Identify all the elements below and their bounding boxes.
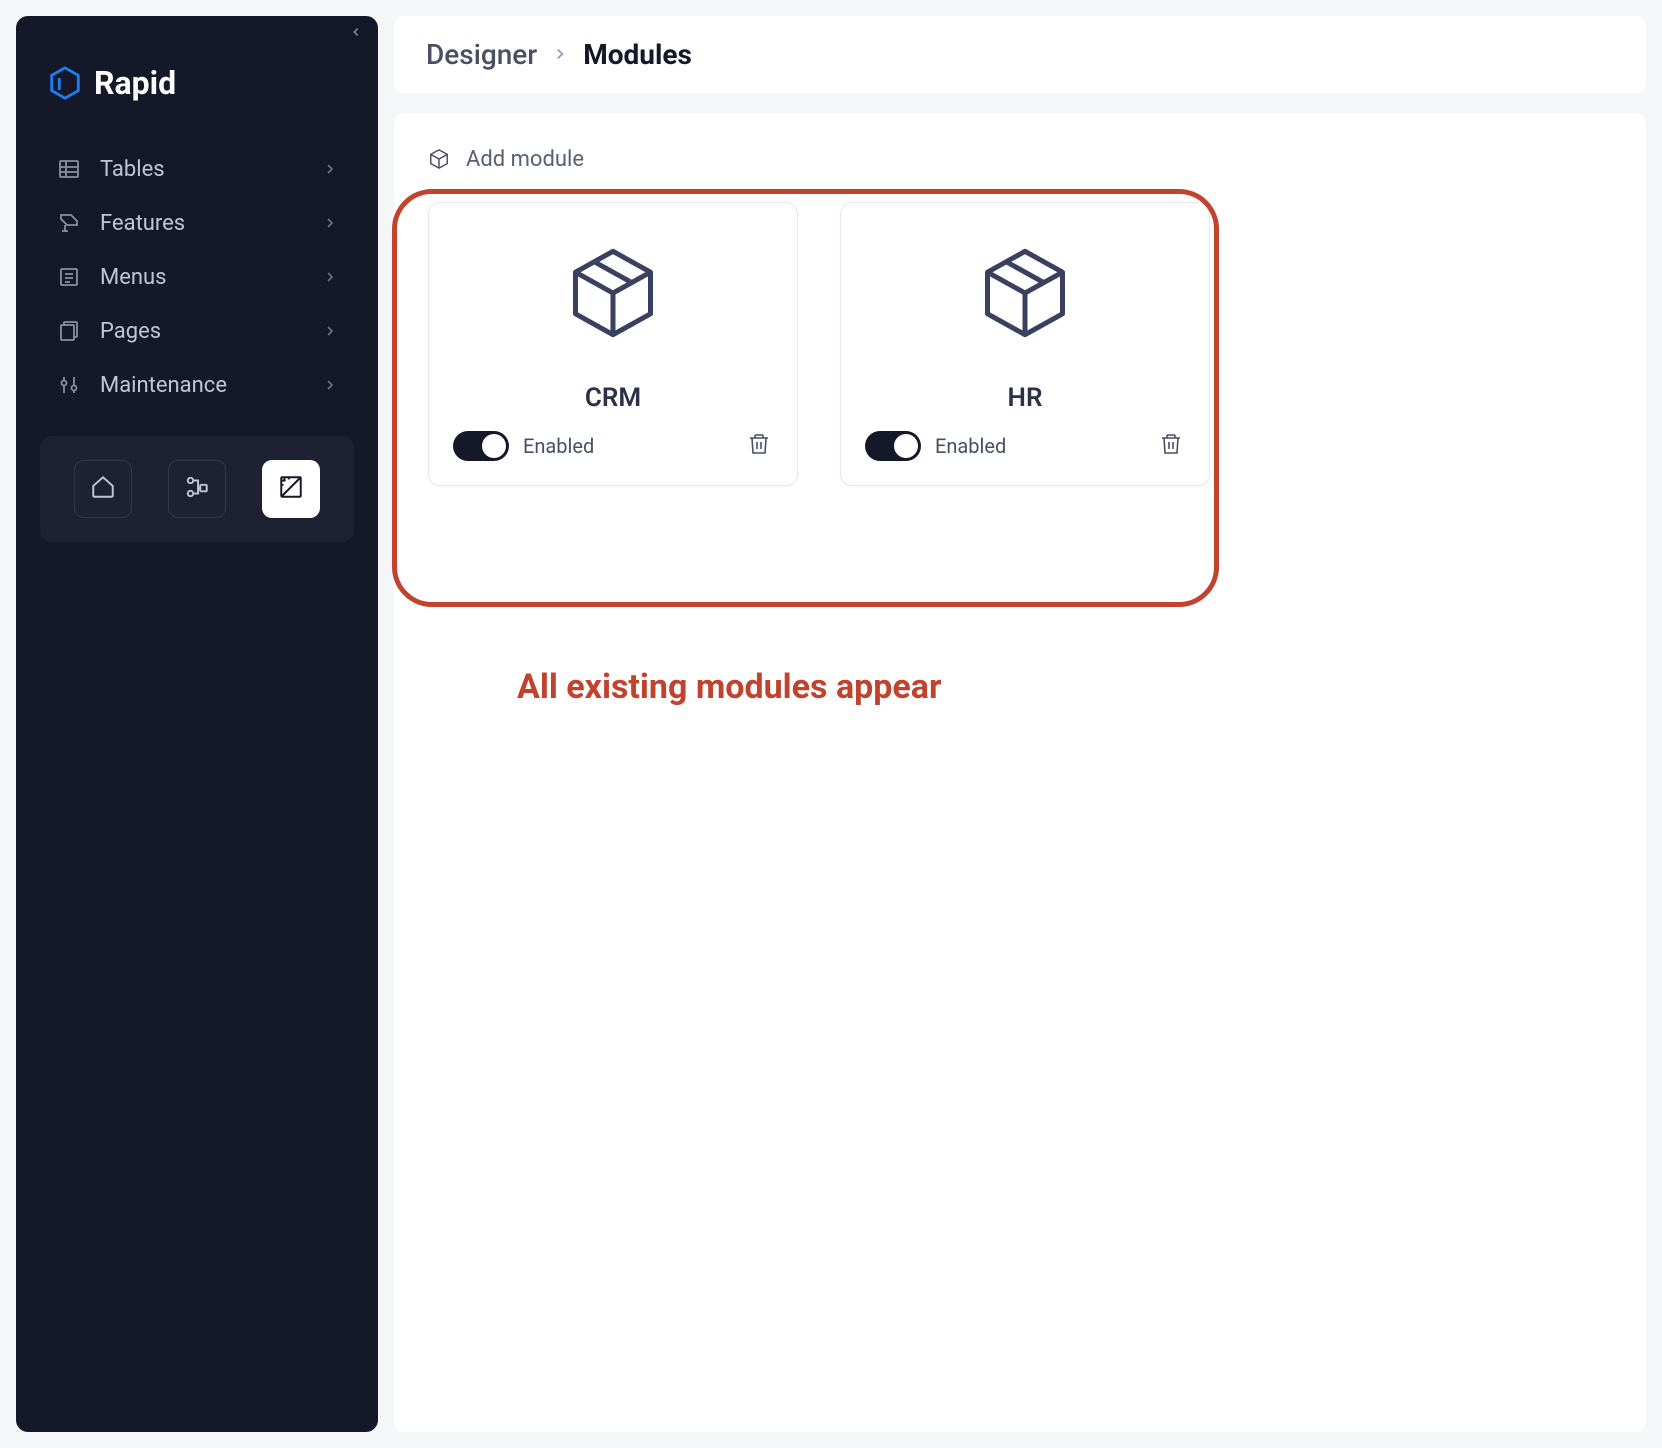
footer-designer-button[interactable] bbox=[262, 460, 320, 518]
module-card-crm[interactable]: CRM Enabled bbox=[428, 202, 798, 486]
chevron-right-icon bbox=[322, 269, 338, 285]
breadcrumb-root[interactable]: Designer bbox=[426, 38, 537, 71]
workflow-icon bbox=[184, 474, 210, 504]
module-card-hr[interactable]: HR Enabled bbox=[840, 202, 1210, 486]
features-icon bbox=[56, 210, 82, 236]
sidebar-footer bbox=[40, 436, 354, 542]
pages-icon bbox=[56, 318, 82, 344]
maintenance-icon bbox=[56, 372, 82, 398]
module-footer: Enabled bbox=[865, 431, 1185, 461]
add-module-label: Add module bbox=[466, 147, 584, 172]
sidebar-item-label: Pages bbox=[100, 319, 322, 344]
chevron-right-icon bbox=[322, 215, 338, 231]
module-delete-button[interactable] bbox=[1157, 432, 1185, 460]
module-title: CRM bbox=[585, 383, 641, 413]
footer-workflow-button[interactable] bbox=[168, 460, 226, 518]
main-content: Designer Modules Add module bbox=[394, 0, 1662, 1448]
content-area: Add module CRM bbox=[394, 113, 1646, 1432]
module-status-label: Enabled bbox=[935, 434, 1143, 458]
sidebar-item-menus[interactable]: Menus bbox=[36, 250, 358, 304]
sidebar: Rapid Tables bbox=[16, 16, 378, 1432]
sidebar-item-label: Tables bbox=[100, 157, 322, 182]
trash-icon bbox=[747, 432, 771, 460]
module-enabled-toggle[interactable] bbox=[453, 431, 509, 461]
sidebar-nav: Tables Features bbox=[16, 142, 378, 412]
chevron-right-icon bbox=[551, 41, 569, 69]
tables-icon bbox=[56, 156, 82, 182]
modules-grid: CRM Enabled bbox=[428, 202, 1612, 486]
sidebar-item-label: Features bbox=[100, 211, 322, 236]
package-icon bbox=[563, 243, 663, 343]
menus-icon bbox=[56, 264, 82, 290]
module-title: HR bbox=[1008, 383, 1043, 413]
rapid-logo-icon bbox=[46, 64, 84, 102]
breadcrumb: Designer Modules bbox=[394, 16, 1646, 93]
sidebar-item-label: Maintenance bbox=[100, 373, 322, 398]
chevron-right-icon bbox=[322, 377, 338, 393]
module-status-label: Enabled bbox=[523, 434, 731, 458]
brand-logo[interactable]: Rapid bbox=[16, 36, 378, 142]
home-icon bbox=[90, 474, 116, 504]
sidebar-item-maintenance[interactable]: Maintenance bbox=[36, 358, 358, 412]
breadcrumb-current: Modules bbox=[583, 38, 692, 71]
brand-name: Rapid bbox=[94, 64, 176, 102]
module-delete-button[interactable] bbox=[745, 432, 773, 460]
chevron-right-icon bbox=[322, 161, 338, 177]
sidebar-item-features[interactable]: Features bbox=[36, 196, 358, 250]
footer-home-button[interactable] bbox=[74, 460, 132, 518]
chevron-right-icon bbox=[322, 323, 338, 339]
sidebar-item-pages[interactable]: Pages bbox=[36, 304, 358, 358]
sidebar-item-label: Menus bbox=[100, 265, 322, 290]
designer-icon bbox=[278, 474, 304, 504]
trash-icon bbox=[1159, 432, 1183, 460]
box-icon bbox=[428, 148, 452, 172]
package-icon bbox=[975, 243, 1075, 343]
add-module-button[interactable]: Add module bbox=[428, 143, 1612, 176]
sidebar-collapse-button[interactable] bbox=[344, 20, 368, 44]
module-enabled-toggle[interactable] bbox=[865, 431, 921, 461]
module-footer: Enabled bbox=[453, 431, 773, 461]
sidebar-item-tables[interactable]: Tables bbox=[36, 142, 358, 196]
